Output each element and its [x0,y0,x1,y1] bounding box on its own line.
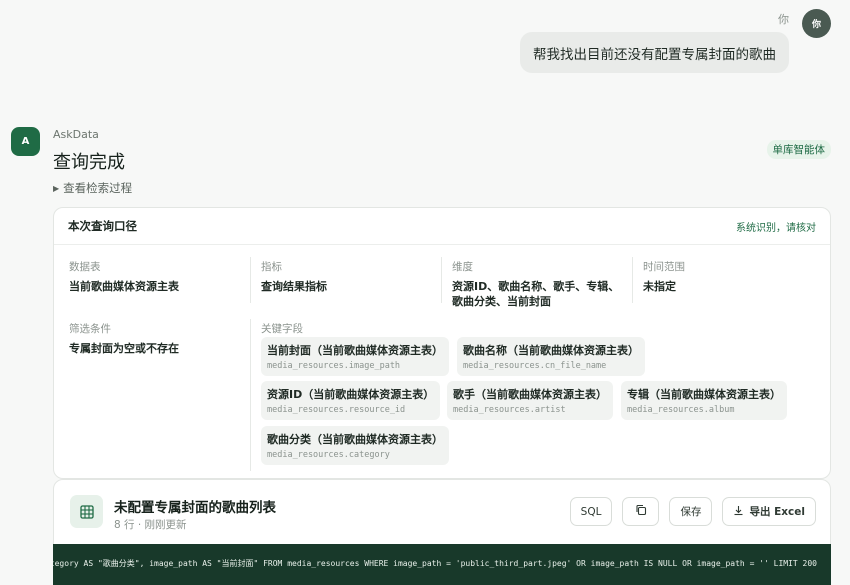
sql-preview-bar[interactable]: 辑", category AS "歌曲分类", image_path AS "当… [53,544,831,585]
scope-time-range-value: 未指定 [643,280,676,293]
scope-metric-value: 查询结果指标 [261,280,327,293]
scope-key-fields: 关键字段 [261,321,303,336]
view-retrieval-process-toggle[interactable]: ▶ 查看检索过程 [53,180,132,196]
key-field-name: 歌曲名称（当前歌曲媒体资源主表） [463,344,639,357]
divider [250,319,251,471]
scope-datatable-value: 当前歌曲媒体资源主表 [69,280,179,293]
save-label: 保存 [680,506,702,518]
user-name: 你 [778,13,789,26]
key-field-name: 专辑（当前歌曲媒体资源主表） [627,388,781,401]
key-field-name: 歌曲分类（当前歌曲媒体资源主表） [267,433,443,446]
user-message-bubble: 帮我找出目前还没有配置专属封面的歌曲 [520,32,789,73]
user-avatar: 你 [802,9,831,38]
key-field-chip: 歌曲名称（当前歌曲媒体资源主表） media_resources.cn_file… [457,337,645,376]
result-table-actions: SQL 保存 导出 Excel [569,497,816,526]
key-field-chip: 歌曲分类（当前歌曲媒体资源主表） media_resources.categor… [261,426,449,465]
key-field-chip: 歌手（当前歌曲媒体资源主表） media_resources.artist [447,381,613,420]
key-field-column: media_resources.image_path [267,361,401,371]
query-scope-header: 本次查询口径 系统识别，请核对 [54,208,830,245]
export-excel-label: 导出 Excel [749,506,805,518]
key-field-chip: 当前封面（当前歌曲媒体资源主表） media_resources.image_p… [261,337,449,376]
key-field-column: media_resources.album [627,405,735,415]
query-scope-grid: 数据表 当前歌曲媒体资源主表 指标 查询结果指标 维度 资源ID、歌曲名称、歌手… [54,245,830,478]
key-field-column: media_resources.artist [453,405,566,415]
view-retrieval-process-label: 查看检索过程 [63,181,133,195]
result-table-meta: 8 行 · 刚刚更新 [114,519,187,531]
key-field-name: 歌手（当前歌曲媒体资源主表） [453,388,607,401]
scope-filter-label: 筛选条件 [69,323,111,335]
result-table-title: 未配置专属封面的歌曲列表 [114,500,276,516]
save-button[interactable]: 保存 [669,497,713,526]
copy-icon [635,504,647,519]
export-excel-button[interactable]: 导出 Excel [722,497,816,526]
scope-dimension-label: 维度 [452,261,473,273]
copy-button[interactable] [622,497,660,526]
assistant-avatar: A [11,127,40,156]
scope-dimension-value: 资源ID、歌曲名称、歌手、专辑、歌曲分类、当前封面 [452,280,620,308]
scope-datatable: 数据表 当前歌曲媒体资源主表 [69,259,239,294]
assistant-name: AskData [53,128,99,141]
scope-dimension: 维度 资源ID、歌曲名称、歌手、专辑、歌曲分类、当前封面 [452,259,624,309]
divider [250,257,251,303]
key-field-name: 当前封面（当前歌曲媒体资源主表） [267,344,443,357]
agent-mode-badge: 单库智能体 [766,140,831,159]
scope-filter: 筛选条件 专属封面为空或不存在 [69,321,239,356]
divider [632,257,633,303]
table-grid-icon [70,495,103,528]
query-status-title: 查询完成 [53,152,125,173]
divider [441,257,442,303]
query-scope-card: 本次查询口径 系统识别，请核对 数据表 当前歌曲媒体资源主表 指标 查询结果指标… [53,207,831,479]
query-scope-hint: 系统识别，请核对 [736,222,816,234]
scope-datatable-label: 数据表 [69,261,101,273]
key-field-chip: 专辑（当前歌曲媒体资源主表） media_resources.album [621,381,787,420]
key-field-column: media_resources.category [267,450,390,460]
key-field-column: media_resources.cn_file_name [463,361,607,371]
view-sql-button[interactable]: SQL [569,497,613,526]
expand-triangle-icon: ▶ [53,183,60,193]
scope-filter-value: 专属封面为空或不存在 [69,342,179,355]
download-icon [733,505,744,519]
query-scope-title: 本次查询口径 [68,219,137,233]
view-sql-label: SQL [580,505,602,518]
scope-metric-label: 指标 [261,261,282,273]
key-field-chip: 资源ID（当前歌曲媒体资源主表） media_resources.resourc… [261,381,441,420]
scope-time-range-label: 时间范围 [643,261,685,273]
sql-preview-text: 辑", category AS "歌曲分类", image_path AS "当… [53,559,817,568]
scope-time-range: 时间范围 未指定 [643,259,813,294]
scope-key-fields-label: 关键字段 [261,323,303,335]
key-field-name: 资源ID（当前歌曲媒体资源主表） [267,388,435,401]
scope-metric: 指标 查询结果指标 [261,259,431,294]
key-field-column: media_resources.resource_id [267,405,406,415]
